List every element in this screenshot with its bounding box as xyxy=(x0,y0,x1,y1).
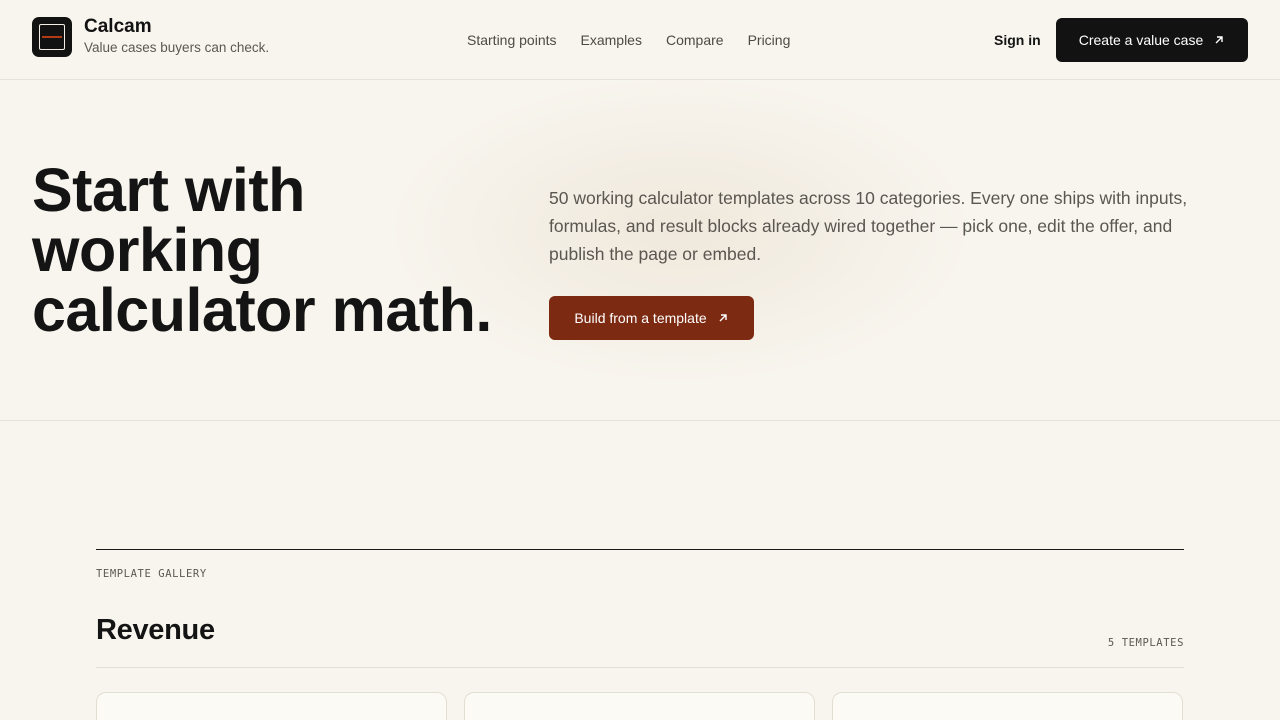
hero-title: Start with working calculator math. xyxy=(32,156,492,344)
create-value-case-label: Create a value case xyxy=(1078,32,1204,48)
calcam-logo-icon xyxy=(32,16,72,57)
section-count: 5 TEMPLATES xyxy=(1107,637,1184,649)
build-from-template-button[interactable]: Build from a template xyxy=(549,296,754,340)
create-value-case-button[interactable]: Create a value case xyxy=(1056,18,1248,62)
nav-link-pricing[interactable]: Pricing xyxy=(748,31,791,49)
nav-link-starting-points[interactable]: Starting points xyxy=(467,31,557,49)
template-card[interactable] xyxy=(96,692,447,720)
section-title: Revenue xyxy=(96,614,215,646)
sign-in-link[interactable]: Sign in xyxy=(994,31,1041,49)
gallery-label: TEMPLATE GALLERY xyxy=(96,568,207,580)
hero-section: Start with working calculator math. 50 w… xyxy=(0,80,1280,421)
brand-tagline: Value cases buyers can check. xyxy=(84,40,270,55)
arrow-up-right-icon xyxy=(717,312,729,324)
arrow-up-right-icon xyxy=(1213,34,1225,46)
nav-link-examples[interactable]: Examples xyxy=(581,31,642,49)
brand[interactable]: Calcam Value cases buyers can check. xyxy=(32,16,269,57)
gallery-divider xyxy=(96,549,1184,550)
template-card[interactable] xyxy=(832,692,1183,720)
brand-name: Calcam xyxy=(84,16,152,37)
section-divider xyxy=(96,667,1184,668)
site-header: Calcam Value cases buyers can check. Sta… xyxy=(0,0,1280,80)
template-card[interactable] xyxy=(464,692,815,720)
build-from-template-label: Build from a template xyxy=(574,310,707,326)
nav-link-compare[interactable]: Compare xyxy=(666,31,724,49)
hero-description: 50 working calculator templates across 1… xyxy=(549,188,1188,264)
main-nav: Starting points Examples Compare Pricing xyxy=(467,31,790,49)
